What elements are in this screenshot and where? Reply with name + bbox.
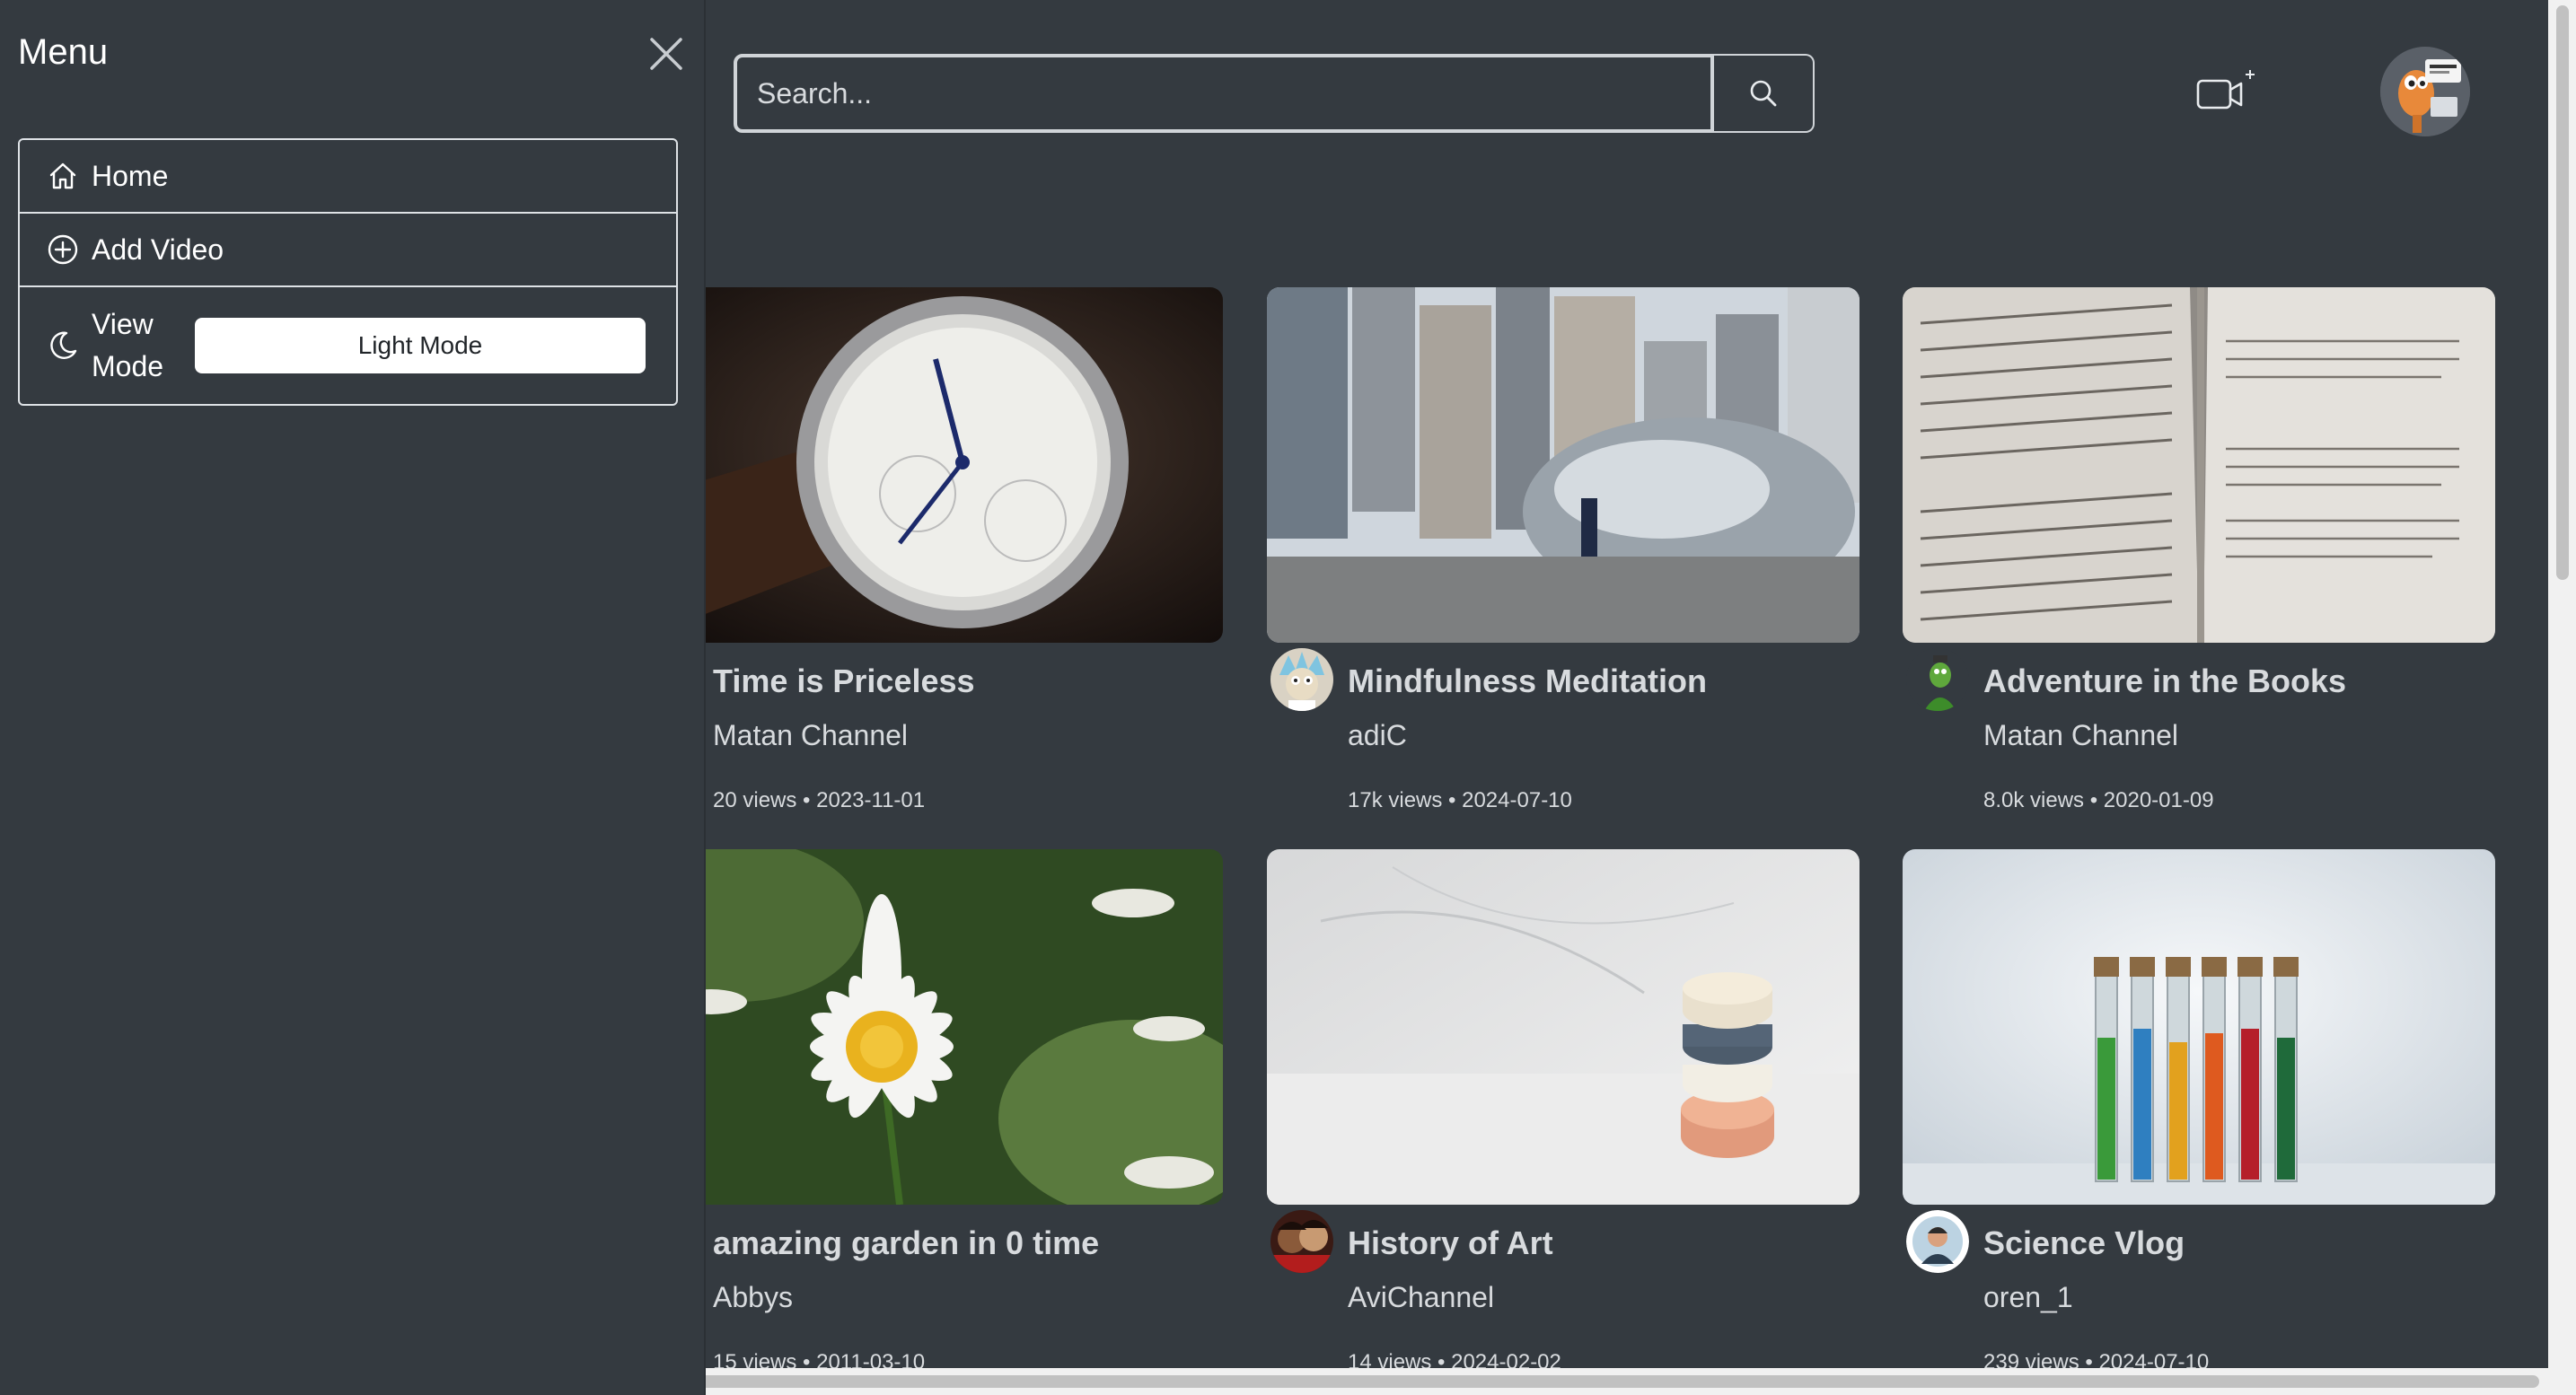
video-meta: 8.0k views • 2020-01-09 (1983, 788, 2214, 812)
video-card[interactable]: Science Vlog oren_1 239 views • 2024-07-… (1903, 849, 2495, 1388)
avatar-icon (1906, 648, 1969, 711)
sidebar-item-label: Add Video (92, 232, 224, 266)
video-thumbnail[interactable] (1903, 287, 2495, 643)
video-thumbnail[interactable] (1267, 287, 1859, 643)
video-card[interactable]: Adventure in the Books Matan Channel 8.0… (1903, 287, 2495, 826)
search-icon (1750, 80, 1777, 107)
user-avatar[interactable] (2380, 47, 2470, 136)
light-mode-button[interactable]: Light Mode (195, 318, 646, 373)
video-title[interactable]: Adventure in the Books (1983, 662, 2346, 700)
close-icon[interactable] (646, 34, 686, 74)
channel-name: Matan Channel (713, 719, 909, 751)
video-title[interactable]: Science Vlog (1983, 1224, 2185, 1262)
home-icon (49, 162, 76, 189)
video-title[interactable]: Time is Priceless (713, 662, 975, 700)
moon-icon (50, 331, 77, 359)
sidebar-item-add-video[interactable]: Add Video (20, 214, 676, 287)
video-camera-plus-icon (2196, 70, 2255, 110)
video-card[interactable]: amazing garden in 0 time Abbys 15 views … (630, 849, 1223, 1388)
sidebar-item-view-mode: View Mode Light Mode (20, 287, 676, 404)
channel-avatar[interactable] (1906, 648, 1969, 711)
video-thumbnail[interactable] (630, 849, 1223, 1205)
stones-thumbnail-image (1267, 849, 1859, 1205)
menu-title: Menu (18, 32, 109, 72)
sidebar-menu: Menu Home Add Video View Mode Light Mode (0, 0, 706, 1395)
book-thumbnail-image (1903, 287, 2495, 643)
video-thumbnail[interactable] (1903, 849, 2495, 1205)
user-avatar-icon (2380, 47, 2470, 136)
search-button[interactable] (1714, 54, 1815, 133)
avatar-icon (1270, 1210, 1333, 1273)
video-title[interactable]: Mindfulness Meditation (1348, 662, 1707, 700)
upload-video-button[interactable] (2194, 68, 2259, 118)
video-card[interactable]: Time is Priceless Matan Channel 20 views… (630, 287, 1223, 826)
watch-thumbnail-image (630, 287, 1223, 643)
plus-circle-icon (48, 234, 78, 265)
city-thumbnail-image (1267, 287, 1859, 643)
video-card[interactable]: History of Art AviChannel 14 views • 202… (1267, 849, 1859, 1388)
channel-name: oren_1 (1983, 1281, 2073, 1313)
channel-avatar[interactable] (1270, 1210, 1333, 1273)
video-title[interactable]: History of Art (1348, 1224, 1553, 1262)
vertical-scrollbar-thumb[interactable] (2556, 5, 2569, 580)
vertical-scrollbar[interactable] (2548, 0, 2576, 1395)
sidebar-item-home[interactable]: Home (20, 140, 676, 214)
video-meta: 17k views • 2024-07-10 (1348, 788, 1572, 812)
avatar-icon (1906, 1210, 1969, 1273)
search-bar (734, 54, 1815, 133)
video-meta: 20 views • 2023-11-01 (713, 788, 926, 812)
view-mode-label: View Mode (92, 308, 164, 382)
channel-avatar[interactable] (1906, 1210, 1969, 1273)
sidebar-header: Menu (18, 27, 682, 81)
channel-name: Matan Channel (1983, 719, 2179, 751)
daisy-thumbnail-image (630, 849, 1223, 1205)
channel-avatar[interactable] (1270, 648, 1333, 711)
test-tubes-thumbnail-image (1903, 849, 2495, 1205)
video-card[interactable]: Mindfulness Meditation adiC 17k views • … (1267, 287, 1859, 826)
sidebar-item-label: Home (92, 159, 169, 192)
video-thumbnail[interactable] (630, 287, 1223, 643)
menu-list: Home Add Video View Mode Light Mode (18, 138, 678, 406)
channel-name: adiC (1348, 719, 1407, 751)
channel-name: Abbys (713, 1281, 793, 1313)
video-thumbnail[interactable] (1267, 849, 1859, 1205)
video-title[interactable]: amazing garden in 0 time (713, 1224, 1099, 1262)
channel-name: AviChannel (1348, 1281, 1495, 1313)
avatar-icon (1270, 648, 1333, 711)
search-input[interactable] (734, 54, 1714, 133)
